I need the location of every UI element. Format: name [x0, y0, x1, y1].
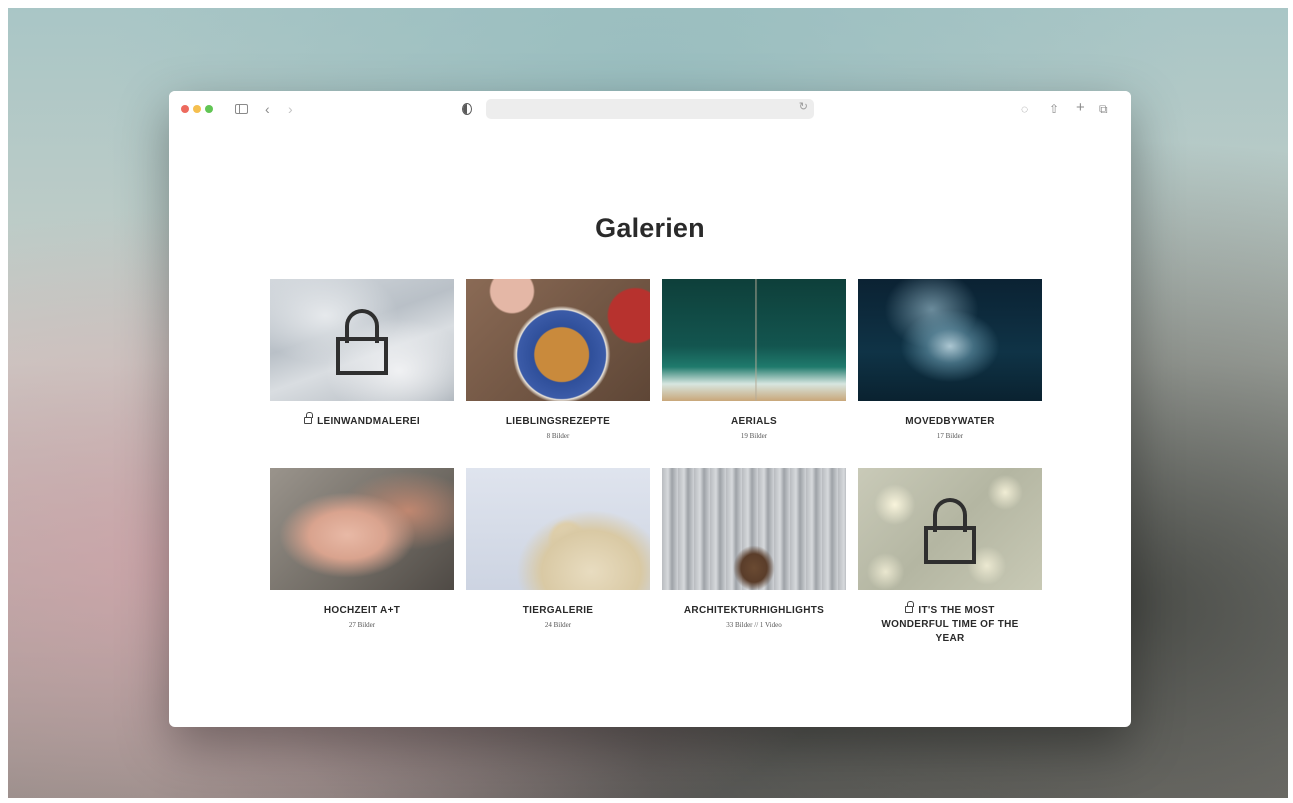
gallery-thumbnail[interactable]	[270, 279, 454, 401]
gallery-thumbnail[interactable]	[662, 279, 846, 401]
minimize-window-button[interactable]	[193, 105, 201, 113]
browser-toolbar: ‹ › ↻ ◌ ⇧ + ⧉	[169, 91, 1131, 127]
gallery-title: HOCHZEIT A+T	[323, 605, 401, 616]
lock-icon	[924, 498, 976, 564]
gallery-title: ARCHITEKTURHIGHLIGHTS	[683, 605, 825, 616]
gallery-thumbnail[interactable]	[466, 468, 650, 590]
gallery-count: 17 Bilder	[936, 432, 964, 440]
sidebar-toggle-icon[interactable]	[235, 104, 248, 114]
gallery-count: 19 Bilder	[740, 432, 768, 440]
close-window-button[interactable]	[181, 105, 189, 113]
gallery-card-movedbywater[interactable]: MOVEDBYWATER 17 Bilder	[858, 279, 1042, 441]
share-icon[interactable]: ⇧	[1049, 100, 1059, 118]
gallery-count: 33 Bilder // 1 Video	[726, 621, 782, 629]
gallery-count: 27 Bilder	[348, 621, 376, 629]
page-title: Galerien	[595, 213, 705, 243]
lock-icon	[905, 601, 914, 613]
reload-icon[interactable]: ↻	[799, 100, 808, 113]
gallery-title: MOVEDBYWATER	[905, 416, 995, 427]
browser-window: ‹ › ↻ ◌ ⇧ + ⧉ Galerien LEINWANDMALEREI L…	[169, 91, 1131, 727]
gallery-count: 24 Bilder	[544, 621, 572, 629]
forward-icon[interactable]: ›	[288, 100, 293, 118]
lock-icon	[336, 309, 388, 375]
new-tab-icon[interactable]: +	[1076, 99, 1085, 117]
gallery-thumbnail[interactable]	[858, 468, 1042, 590]
gallery-card-tiergalerie[interactable]: TIERGALERIE 24 Bilder	[466, 468, 650, 630]
gallery-count: 8 Bilder	[546, 432, 570, 440]
tab-overview-icon[interactable]: ⧉	[1099, 100, 1108, 118]
gallery-card-architektur[interactable]: ARCHITEKTURHIGHLIGHTS 33 Bilder // 1 Vid…	[662, 468, 846, 630]
gallery-card-hochzeit[interactable]: HOCHZEIT A+T 27 Bilder	[270, 468, 454, 630]
privacy-report-icon[interactable]	[462, 103, 472, 115]
gallery-title: TIERGALERIE	[522, 605, 594, 616]
gallery-thumbnail[interactable]	[466, 279, 650, 401]
zoom-window-button[interactable]	[205, 105, 213, 113]
page-content: Galerien LEINWANDMALEREI LIEBLINGSREZEPT…	[169, 127, 1131, 727]
gallery-thumbnail[interactable]	[662, 468, 846, 590]
gallery-card-leinwandmalerei[interactable]: LEINWANDMALEREI	[270, 279, 454, 429]
gallery-thumbnail[interactable]	[270, 468, 454, 590]
back-icon[interactable]: ‹	[265, 100, 270, 118]
gallery-card-wonderful-time[interactable]: IT'S THE MOST WONDERFUL TIME OF THE YEAR	[858, 468, 1042, 646]
gallery-card-lieblingsrezepte[interactable]: LIEBLINGSREZEPTE 8 Bilder	[466, 279, 650, 441]
gallery-title: LEINWANDMALEREI	[317, 416, 420, 427]
gallery-title: LIEBLINGSREZEPTE	[505, 416, 611, 427]
downloads-icon[interactable]: ◌	[1021, 100, 1028, 118]
gallery-card-aerials[interactable]: AERIALS 19 Bilder	[662, 279, 846, 441]
address-bar[interactable]: ↻	[486, 99, 814, 119]
gallery-title: IT'S THE MOST WONDERFUL TIME OF THE YEAR	[881, 605, 1019, 644]
gallery-thumbnail[interactable]	[858, 279, 1042, 401]
lock-icon	[304, 412, 313, 424]
gallery-title: AERIALS	[731, 416, 777, 427]
